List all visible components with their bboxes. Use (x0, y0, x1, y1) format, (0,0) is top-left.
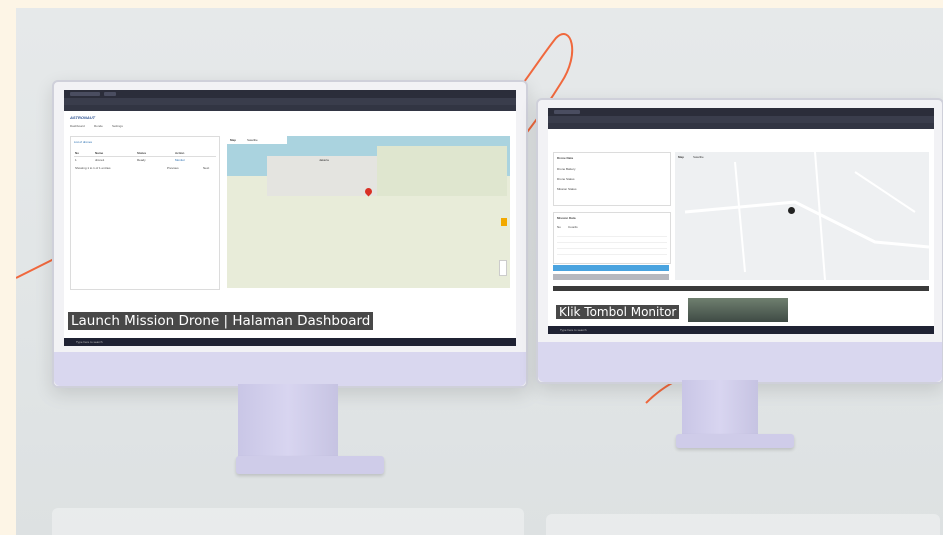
map-zoom-controls[interactable] (499, 260, 507, 276)
map-label-city: Jakarta (319, 158, 329, 162)
list-footer: Showing 1 to 1 of 1 entries (75, 166, 111, 170)
map-tab-map[interactable]: Map (230, 138, 236, 142)
nav-ronde[interactable]: Ronde (94, 124, 103, 128)
mission-rows (557, 231, 667, 257)
pegman-icon[interactable] (501, 218, 507, 226)
bookmarks-bar (64, 105, 516, 111)
row-status: Ready (137, 158, 146, 162)
browser-tab-bar (64, 90, 516, 98)
monitor-chin-right (538, 342, 942, 382)
prev-button[interactable]: Previous (167, 166, 179, 170)
map-tab-satellite[interactable]: Satellite (247, 138, 258, 142)
drone-data-row-2: Drone Status (557, 177, 575, 181)
browser-url-bar[interactable] (64, 98, 516, 105)
launch-mission-button[interactable] (553, 265, 669, 271)
monitor-button[interactable] (553, 274, 669, 280)
drone-data-row-3: Mission Status (557, 187, 577, 191)
drone-icon (788, 207, 795, 214)
monitor-video-header (553, 286, 929, 291)
browser-tab-bar-right (548, 108, 934, 116)
drone-data-panel: Drone Data Drone Battery Drone Status Mi… (553, 152, 671, 206)
promo-stage: ASTRONAUT Dashboard Ronde Settings List … (16, 8, 943, 535)
col-no: No (75, 151, 79, 155)
mission-col-no: No (557, 225, 561, 229)
row-name: drone1 (95, 158, 105, 162)
drone-data-title: Drone Data (557, 156, 574, 160)
drone-map-tab-satellite[interactable]: Satellite (693, 155, 704, 159)
windows-taskbar (64, 338, 516, 346)
taskbar-search[interactable]: Type here to search (76, 340, 103, 344)
map-tab-bar: Map Satellite (227, 136, 287, 144)
mission-col-coords: Coords (568, 225, 578, 229)
col-action: Action (175, 151, 185, 155)
mission-data-panel: Mission Data No Coords (553, 212, 671, 264)
stand-neck-right (682, 380, 758, 440)
row-id: 1 (75, 158, 77, 162)
reflection-left (52, 508, 524, 535)
browser-url-bar-right[interactable] (548, 116, 934, 123)
drone-data-row-1: Drone Battery (557, 167, 576, 171)
drone-map-panel[interactable]: Map Satellite (675, 152, 929, 280)
monitor-chin-left (54, 352, 526, 386)
stand-base-right (676, 434, 794, 448)
stand-base-left (236, 456, 384, 474)
nav-dashboard[interactable]: Dashboard (70, 124, 85, 128)
drone-map-tab-map[interactable]: Map (678, 155, 684, 159)
reflection-right (546, 514, 940, 535)
nav-settings[interactable]: Settings (112, 124, 123, 128)
row-action-link[interactable]: Monitor (175, 158, 185, 162)
bookmarks-bar-right (548, 123, 934, 129)
taskbar-search-right[interactable]: Type here to search (560, 328, 587, 332)
screen-right: Drone Data Drone Battery Drone Status Mi… (548, 108, 934, 334)
monitor-right: Drone Data Drone Battery Drone Status Mi… (536, 98, 943, 384)
panel-title: List of drones (74, 140, 93, 144)
col-status: Status (137, 151, 147, 155)
stand-neck-left (238, 384, 338, 460)
caption-right: Klik Tombol Monitor (556, 305, 680, 319)
app-logo: ASTRONAUT (70, 115, 95, 120)
app-logo-text: ASTRONAUT (70, 115, 96, 120)
col-name: Name (95, 151, 104, 155)
video-feed (688, 298, 788, 322)
monitor-left: ASTRONAUT Dashboard Ronde Settings List … (52, 80, 528, 388)
caption-left: Launch Mission Drone | Halaman Dashboard (68, 312, 374, 330)
map-roads (684, 152, 929, 280)
mission-data-title: Mission Data (557, 216, 576, 220)
windows-taskbar-right (548, 326, 934, 334)
screen-left: ASTRONAUT Dashboard Ronde Settings List … (64, 90, 516, 346)
map-panel[interactable]: Map Satellite Jakarta (227, 136, 510, 288)
list-divider (74, 156, 216, 157)
drone-list-panel: List of drones No Name Status Action 1 d… (70, 136, 220, 290)
next-button[interactable]: Next (203, 166, 209, 170)
